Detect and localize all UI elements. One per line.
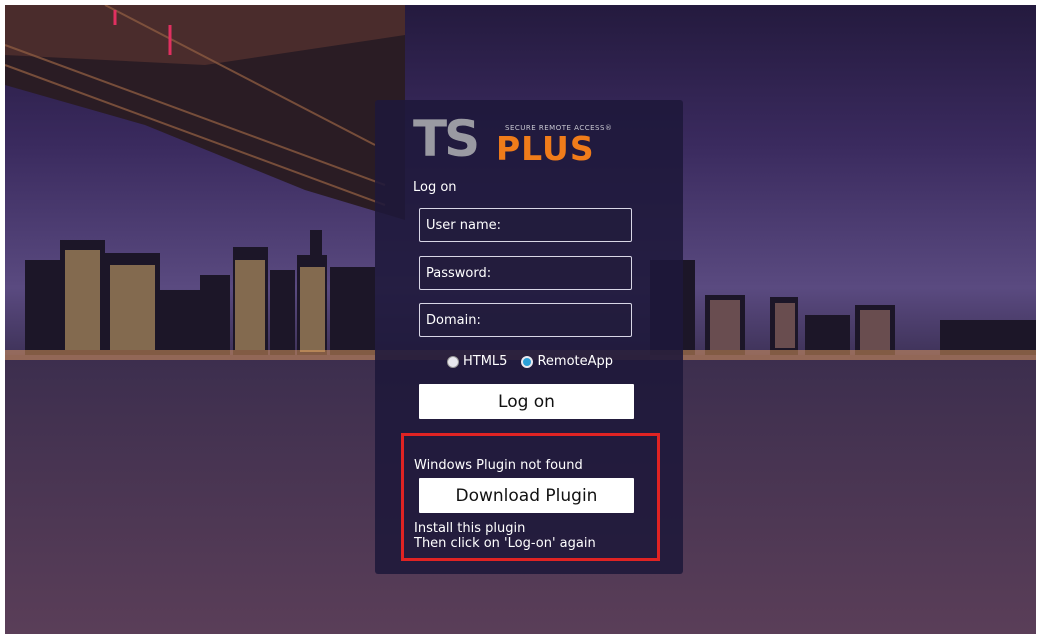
domain-field[interactable] bbox=[419, 303, 632, 337]
logo-plus-text: PLUS bbox=[496, 129, 595, 168]
logo-ts-text: TS bbox=[413, 110, 480, 168]
tsplus-logo: TS SECURE REMOTE ACCESS® PLUS bbox=[413, 114, 638, 168]
radio-remoteapp[interactable] bbox=[521, 355, 534, 368]
connection-mode-group: HTML5 RemoteApp bbox=[447, 354, 613, 369]
plugin-instruction-1: Install this plugin bbox=[414, 521, 526, 536]
radio-remoteapp-label: RemoteApp bbox=[537, 354, 614, 369]
radio-html5[interactable] bbox=[447, 355, 459, 368]
password-field[interactable] bbox=[419, 256, 632, 290]
download-plugin-button[interactable]: Download Plugin bbox=[419, 478, 634, 513]
plugin-status-text: Windows Plugin not found bbox=[414, 458, 583, 473]
username-field[interactable] bbox=[419, 208, 632, 242]
radio-html5-label: HTML5 bbox=[463, 354, 508, 369]
logon-button[interactable]: Log on bbox=[419, 384, 634, 419]
login-title: Log on bbox=[413, 180, 457, 195]
plugin-instruction-2: Then click on 'Log-on' again bbox=[414, 536, 596, 551]
